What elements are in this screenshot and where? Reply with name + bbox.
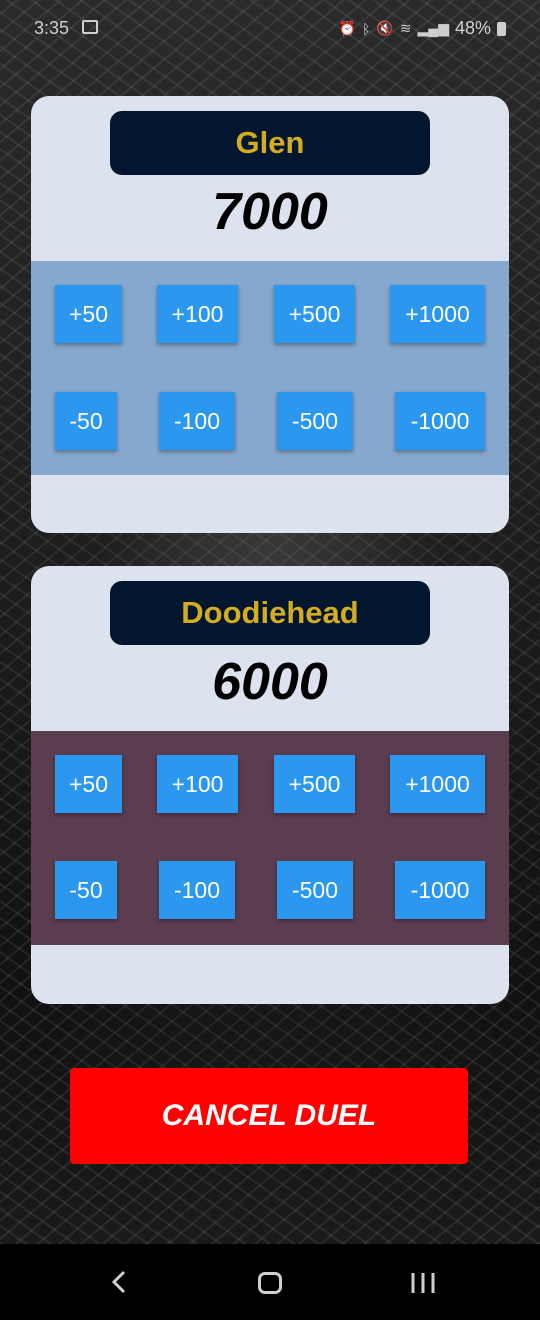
adjust-panel: +50 +100 +500 +1000 -50 -100 -500 -1000 — [31, 731, 509, 945]
player-score: 7000 — [212, 183, 328, 241]
battery-text: 48% — [454, 18, 491, 38]
image-icon — [82, 20, 98, 34]
player-name-pill: Doodiehead — [110, 581, 430, 645]
subtract-500-button[interactable]: -500 — [277, 392, 353, 450]
alarm-icon: ⏰ — [338, 20, 356, 36]
signal-icon: ▂▄▆ — [417, 20, 449, 36]
player-name: Glen — [235, 125, 305, 160]
adjust-panel: +50 +100 +500 +1000 -50 -100 -500 -1000 — [31, 261, 509, 475]
battery-icon — [497, 21, 506, 36]
subtract-50-button[interactable]: -50 — [55, 392, 117, 450]
subtract-1000-button[interactable]: -1000 — [395, 392, 485, 450]
add-50-button[interactable]: +50 — [55, 755, 122, 813]
status-icons: ⏰ ᛒ 🔇 ≋ ▂▄▆ 48% — [338, 18, 506, 39]
subtract-1000-button[interactable]: -1000 — [395, 861, 485, 919]
player-name-pill: Glen — [110, 111, 430, 175]
subtract-100-button[interactable]: -100 — [159, 392, 235, 450]
add-500-button[interactable]: +500 — [274, 285, 355, 343]
bluetooth-icon: ᛒ — [361, 20, 371, 37]
player-name: Doodiehead — [181, 595, 359, 630]
subtract-100-button[interactable]: -100 — [159, 861, 235, 919]
add-500-button[interactable]: +500 — [274, 755, 355, 813]
recent-apps-icon[interactable] — [410, 1271, 436, 1295]
add-1000-button[interactable]: +1000 — [390, 755, 485, 813]
player-card-1: Glen 7000 +50 +100 +500 +1000 -50 -100 -… — [31, 96, 509, 533]
subtract-500-button[interactable]: -500 — [277, 861, 353, 919]
status-time: 3:35 — [34, 18, 70, 38]
mute-icon: 🔇 — [376, 20, 394, 36]
home-icon[interactable] — [258, 1272, 282, 1294]
status-bar: 3:35 ⏰ ᛒ 🔇 ≋ ▂▄▆ 48% — [0, 0, 540, 56]
subtract-50-button[interactable]: -50 — [55, 861, 117, 919]
back-icon[interactable] — [110, 1270, 128, 1294]
add-100-button[interactable]: +100 — [157, 285, 238, 343]
player-score: 6000 — [212, 653, 328, 711]
add-50-button[interactable]: +50 — [55, 285, 122, 343]
wifi-icon: ≋ — [399, 20, 412, 36]
cancel-duel-button[interactable]: CANCEL DUEL — [70, 1068, 468, 1164]
add-100-button[interactable]: +100 — [157, 755, 238, 813]
player-card-2: Doodiehead 6000 +50 +100 +500 +1000 -50 … — [31, 566, 509, 1004]
add-1000-button[interactable]: +1000 — [390, 285, 485, 343]
